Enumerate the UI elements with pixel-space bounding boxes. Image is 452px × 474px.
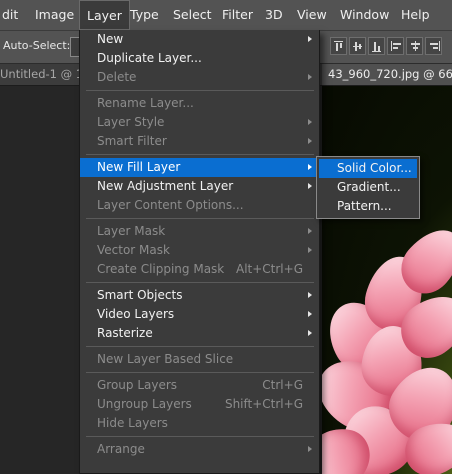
- submenu-item-solid-color[interactable]: Solid Color...: [319, 159, 417, 178]
- submenu-item-pattern[interactable]: Pattern...: [319, 197, 417, 216]
- new-fill-layer-submenu: Solid Color... Gradient... Pattern...: [316, 156, 420, 219]
- align-left-icon[interactable]: [387, 37, 404, 55]
- menu-item-label: Smart Objects: [97, 288, 183, 302]
- menu-item-label: Layer Style: [97, 115, 165, 129]
- menu-separator: [86, 436, 314, 437]
- menu-item-label: Video Layers: [97, 307, 175, 321]
- submenu-arrow-icon: [308, 228, 312, 234]
- menu-item-label: Create Clipping Mask: [97, 262, 225, 276]
- submenu-arrow-icon: [308, 311, 312, 317]
- menu-view[interactable]: View: [297, 0, 327, 30]
- menu-item-layer-mask: Layer Mask: [80, 222, 319, 241]
- submenu-arrow-icon: [308, 119, 312, 125]
- menu-help[interactable]: Help: [401, 0, 430, 30]
- menu-item-label: New Adjustment Layer: [97, 179, 234, 193]
- menu-edit[interactable]: dit: [2, 0, 18, 30]
- submenu-item-label: Gradient...: [337, 180, 401, 194]
- menu-item-label: Smart Filter: [97, 134, 167, 148]
- document-photo-dahlia: [322, 86, 452, 474]
- submenu-arrow-icon: [308, 164, 312, 170]
- menu-item-label: New Fill Layer: [97, 160, 181, 174]
- align-right-icon[interactable]: [425, 37, 442, 55]
- menu-item-vector-mask: Vector Mask: [80, 241, 319, 260]
- menu-image[interactable]: Image: [35, 0, 74, 30]
- menu-item-label: Rename Layer...: [97, 96, 194, 110]
- menu-item-layer-content-options: Layer Content Options...: [80, 196, 319, 215]
- submenu-arrow-icon: [308, 138, 312, 144]
- submenu-item-gradient[interactable]: Gradient...: [319, 178, 417, 197]
- menu-item-new[interactable]: New: [80, 30, 319, 49]
- menu-select[interactable]: Select: [173, 0, 212, 30]
- menu-item-label: Layer Mask: [97, 224, 166, 238]
- menu-item-shortcut: Ctrl+G: [262, 378, 303, 392]
- menu-item-group-layers: Group Layers Ctrl+G: [80, 376, 319, 395]
- menu-item-shortcut: Alt+Ctrl+G: [235, 262, 303, 276]
- menu-type[interactable]: Type: [130, 0, 159, 30]
- layer-menu-dropdown: New Duplicate Layer... Delete Rename Layer.…: [79, 30, 320, 474]
- menu-item-duplicate-layer[interactable]: Duplicate Layer...: [80, 49, 319, 68]
- menu-item-arrange: Arrange: [80, 440, 319, 459]
- align-hcenter-icon[interactable]: [406, 37, 423, 55]
- menu-layer[interactable]: Layer: [79, 0, 130, 30]
- align-top-icon[interactable]: [330, 37, 347, 55]
- menu-item-create-clipping-mask: Create Clipping Mask Alt+Ctrl+G: [80, 260, 319, 279]
- submenu-arrow-icon: [308, 74, 312, 80]
- menu-item-new-layer-based-slice: New Layer Based Slice: [80, 350, 319, 369]
- menu-item-rename-layer: Rename Layer...: [80, 94, 319, 113]
- menu-separator: [86, 282, 314, 283]
- menu-filter[interactable]: Filter: [222, 0, 253, 30]
- menu-item-label: Group Layers: [97, 378, 178, 392]
- menu-3d[interactable]: 3D: [265, 0, 283, 30]
- menu-item-video-layers[interactable]: Video Layers: [80, 305, 319, 324]
- auto-select-label: Auto-Select:: [3, 39, 71, 52]
- menu-item-rasterize[interactable]: Rasterize: [80, 324, 319, 343]
- align-bottom-icon[interactable]: [368, 37, 385, 55]
- menu-item-smart-objects[interactable]: Smart Objects: [80, 286, 319, 305]
- document-tab-active[interactable]: 43_960_720.jpg @ 66.7%: [322, 64, 452, 85]
- menu-item-ungroup-layers: Ungroup Layers Shift+Ctrl+G: [80, 395, 319, 414]
- menu-item-label: New: [97, 32, 124, 46]
- submenu-arrow-icon: [308, 183, 312, 189]
- menu-item-new-adjustment-layer[interactable]: New Adjustment Layer: [80, 177, 319, 196]
- menu-separator: [86, 218, 314, 219]
- menu-item-shortcut: Shift+Ctrl+G: [224, 397, 303, 411]
- menu-item-label: Duplicate Layer...: [97, 51, 202, 65]
- submenu-arrow-icon: [308, 36, 312, 42]
- menu-item-smart-filter: Smart Filter: [80, 132, 319, 151]
- submenu-item-label: Solid Color...: [337, 161, 412, 175]
- menu-separator: [86, 154, 314, 155]
- menu-item-label: Vector Mask: [97, 243, 170, 257]
- menu-separator: [86, 90, 314, 91]
- submenu-arrow-icon: [308, 247, 312, 253]
- menu-item-label: New Layer Based Slice: [97, 352, 234, 366]
- menu-item-hide-layers: Hide Layers: [80, 414, 319, 433]
- menu-item-new-fill-layer[interactable]: New Fill Layer: [80, 158, 319, 177]
- submenu-arrow-icon: [308, 446, 312, 452]
- menu-window[interactable]: Window: [340, 0, 389, 30]
- menu-separator: [86, 346, 314, 347]
- menu-item-label: Ungroup Layers: [97, 397, 192, 411]
- align-vcenter-icon[interactable]: [349, 37, 366, 55]
- submenu-arrow-icon: [308, 330, 312, 336]
- submenu-arrow-icon: [308, 292, 312, 298]
- menu-bar: dit Image Layer Type Select Filter 3D Vi…: [0, 0, 452, 31]
- menu-item-label: Rasterize: [97, 326, 153, 340]
- document-tab-untitled[interactable]: Untitled-1 @ 10: [0, 64, 90, 85]
- menu-item-label: Layer Content Options...: [97, 198, 244, 212]
- menu-item-layer-style: Layer Style: [80, 113, 319, 132]
- menu-item-label: Delete: [97, 70, 137, 84]
- menu-separator: [86, 372, 314, 373]
- menu-item-delete: Delete: [80, 68, 319, 87]
- submenu-item-label: Pattern...: [337, 199, 392, 213]
- menu-item-label: Hide Layers: [97, 416, 168, 430]
- menu-item-label: Arrange: [97, 442, 145, 456]
